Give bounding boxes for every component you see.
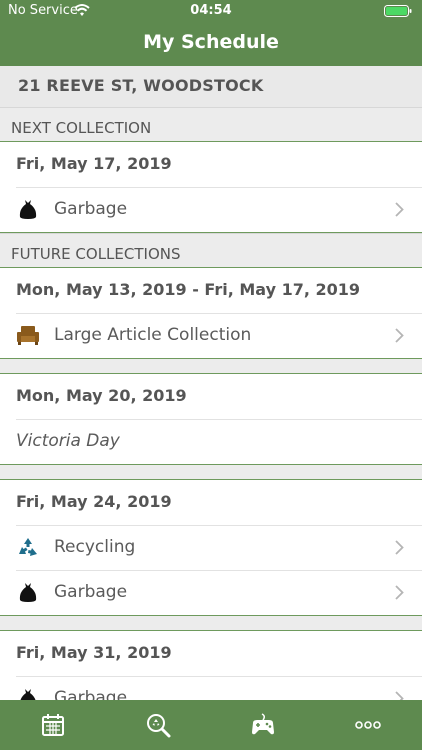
collection-card: Mon, May 13, 2019 - Fri, May 17, 2019 La… bbox=[0, 267, 422, 359]
collection-date: Fri, May 17, 2019 bbox=[16, 154, 172, 173]
collection-item-label: Garbage bbox=[54, 582, 128, 602]
next-collection-header: NEXT COLLECTION bbox=[0, 107, 422, 141]
collection-item-garbage[interactable]: Garbage bbox=[0, 187, 422, 232]
battery-icon bbox=[384, 5, 412, 17]
status-bar: No Service 04:54 bbox=[0, 0, 422, 22]
status-time: 04:54 bbox=[190, 3, 232, 18]
chevron-right-icon bbox=[395, 691, 404, 700]
collection-item-label: Garbage bbox=[54, 199, 128, 219]
garbage-bag-icon bbox=[20, 689, 36, 700]
collection-date: Fri, May 31, 2019 bbox=[16, 643, 172, 662]
chevron-right-icon bbox=[395, 540, 404, 555]
address-label: 21 REEVE ST, WOODSTOCK bbox=[0, 66, 422, 107]
armchair-icon bbox=[17, 326, 39, 345]
app-header: No Service 04:54 My Schedule bbox=[0, 0, 422, 66]
card-spacer bbox=[0, 465, 422, 479]
garbage-bag-icon bbox=[19, 583, 37, 602]
more-icon[interactable] bbox=[353, 710, 383, 740]
next-collection-card: Fri, May 17, 2019 Garbage bbox=[0, 141, 422, 233]
collection-item-garbage[interactable]: Garbage bbox=[0, 676, 422, 700]
calendar-icon[interactable] bbox=[38, 710, 68, 740]
page-title: My Schedule bbox=[143, 31, 279, 53]
collection-card: Mon, May 20, 2019 Victoria Day bbox=[0, 373, 422, 465]
chevron-right-icon bbox=[395, 202, 404, 217]
garbage-bag-icon bbox=[19, 200, 37, 219]
game-controller-icon[interactable] bbox=[248, 710, 278, 740]
collection-item-label: Recycling bbox=[54, 537, 136, 557]
chevron-right-icon bbox=[395, 328, 404, 343]
collection-item-label: Large Article Collection bbox=[54, 325, 252, 345]
collection-card: Fri, May 31, 2019 Garbage bbox=[0, 630, 422, 700]
collection-card: Fri, May 24, 2019 Recycling Garbage bbox=[0, 479, 422, 616]
recycling-icon bbox=[19, 538, 37, 556]
collection-item-label: Garbage bbox=[54, 688, 128, 700]
holiday-row: Victoria Day bbox=[0, 419, 422, 464]
holiday-label: Victoria Day bbox=[16, 431, 120, 451]
tab-bar bbox=[0, 700, 422, 750]
chevron-right-icon bbox=[395, 585, 404, 600]
collection-date: Mon, May 20, 2019 bbox=[16, 386, 187, 405]
collection-date: Fri, May 24, 2019 bbox=[16, 492, 172, 511]
future-collections-header: FUTURE COLLECTIONS bbox=[0, 233, 422, 267]
search-icon[interactable] bbox=[143, 710, 173, 740]
collection-item-garbage[interactable]: Garbage bbox=[0, 570, 422, 615]
collection-date: Mon, May 13, 2019 - Fri, May 17, 2019 bbox=[16, 280, 361, 299]
collection-item-large-article[interactable]: Large Article Collection bbox=[0, 313, 422, 358]
card-spacer bbox=[0, 359, 422, 373]
schedule-list[interactable]: 21 REEVE ST, WOODSTOCK NEXT COLLECTION F… bbox=[0, 66, 422, 700]
collection-item-recycling[interactable]: Recycling bbox=[0, 525, 422, 570]
card-spacer bbox=[0, 616, 422, 630]
